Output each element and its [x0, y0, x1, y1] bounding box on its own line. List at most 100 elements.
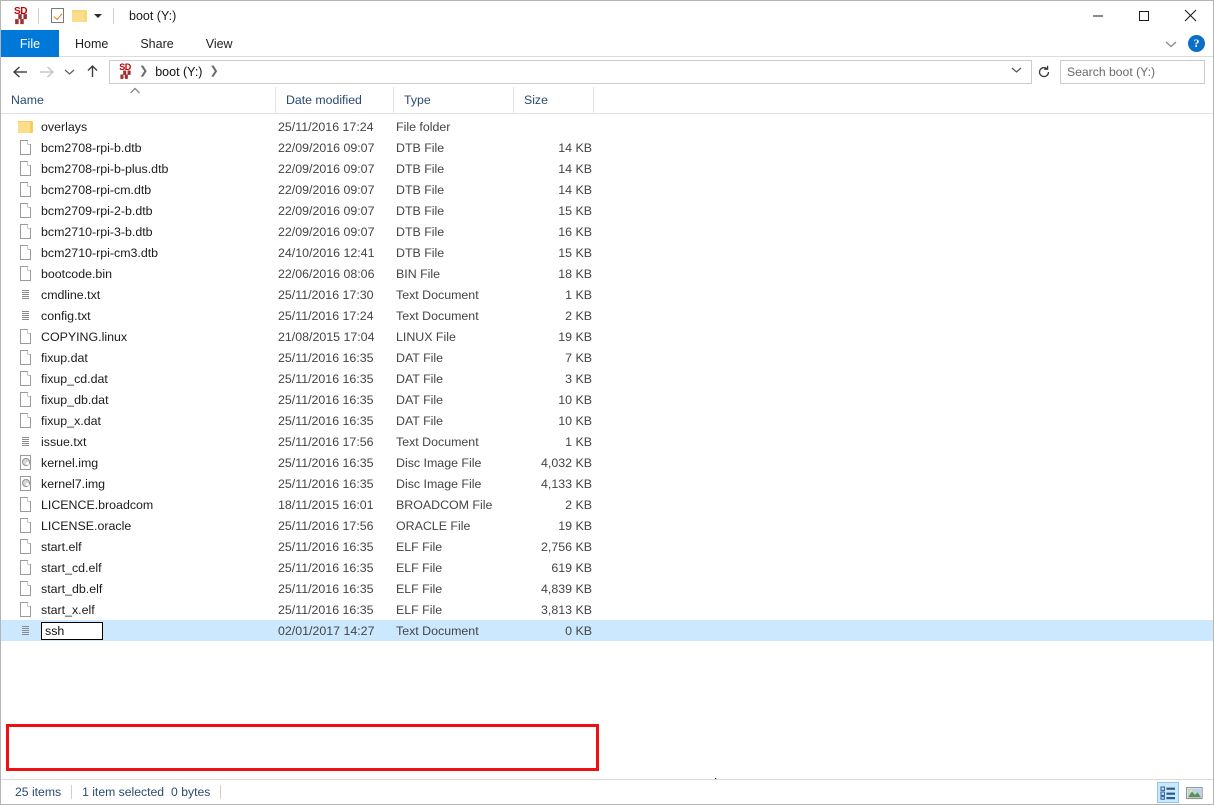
recent-locations-button[interactable] — [59, 59, 79, 85]
sd-card-icon: SD ▞▞ — [10, 6, 31, 25]
table-row[interactable]: bcm2708-rpi-b.dtb22/09/2016 09:07DTB Fil… — [1, 137, 1213, 158]
file-list[interactable]: overlays25/11/2016 17:24File folderbcm27… — [1, 114, 1213, 779]
file-name-label: kernel7.img — [41, 477, 105, 491]
table-row[interactable]: cmdline.txt25/11/2016 17:30Text Document… — [1, 284, 1213, 305]
table-row[interactable]: bcm2708-rpi-b-plus.dtb22/09/2016 09:07DT… — [1, 158, 1213, 179]
column-header-date-modified[interactable]: Date modified — [276, 87, 394, 113]
file-name-cell[interactable]: bcm2708-rpi-b.dtb — [1, 139, 276, 156]
rename-row-name-cell[interactable] — [1, 622, 276, 640]
file-name-cell[interactable]: LICENSE.oracle — [1, 517, 276, 534]
column-header-type[interactable]: Type — [394, 87, 514, 113]
table-row[interactable]: COPYING.linux21/08/2015 17:04LINUX File1… — [1, 326, 1213, 347]
new-folder-button[interactable] — [68, 6, 90, 26]
close-button[interactable] — [1167, 1, 1213, 30]
table-row[interactable]: bcm2710-rpi-3-b.dtb22/09/2016 09:07DTB F… — [1, 221, 1213, 242]
help-button[interactable]: ? — [1188, 35, 1205, 52]
rename-input[interactable] — [41, 622, 103, 640]
file-type-cell: ORACLE File — [396, 519, 516, 533]
breadcrumb[interactable]: SD ▞▞ ❯ boot (Y:) ❯ — [109, 60, 1032, 84]
text-document-icon — [18, 307, 33, 324]
file-name-cell[interactable]: LICENCE.broadcom — [1, 496, 276, 513]
file-name-cell[interactable]: cmdline.txt — [1, 286, 276, 303]
back-button[interactable] — [7, 59, 33, 85]
file-name-label: kernel.img — [41, 456, 98, 470]
annotation-rectangle — [6, 724, 599, 771]
view-mode-buttons — [1157, 782, 1205, 803]
file-name-cell[interactable]: kernel7.img — [1, 475, 276, 492]
file-name-cell[interactable]: start_db.elf — [1, 580, 276, 597]
minimize-button[interactable] — [1075, 1, 1121, 30]
table-row[interactable]: issue.txt25/11/2016 17:56Text Document1 … — [1, 431, 1213, 452]
refresh-button[interactable] — [1032, 60, 1056, 84]
details-view-button[interactable] — [1157, 782, 1179, 803]
search-input[interactable] — [1067, 65, 1214, 79]
customize-quick-access-button[interactable] — [90, 6, 106, 26]
file-name-cell[interactable]: issue.txt — [1, 433, 276, 450]
tab-view[interactable]: View — [190, 30, 249, 57]
table-row[interactable]: fixup_db.dat25/11/2016 16:35DAT File10 K… — [1, 389, 1213, 410]
file-name-cell[interactable]: fixup_x.dat — [1, 412, 276, 429]
file-name-cell[interactable]: bcm2710-rpi-cm3.dtb — [1, 244, 276, 261]
file-name-cell[interactable]: start_x.elf — [1, 601, 276, 618]
column-header-name[interactable]: Name — [1, 87, 276, 113]
properties-button[interactable] — [46, 6, 68, 26]
tab-file[interactable]: File — [1, 30, 59, 57]
table-row[interactable]: start_db.elf25/11/2016 16:35ELF File4,83… — [1, 578, 1213, 599]
file-name-cell[interactable]: fixup.dat — [1, 349, 276, 366]
table-row[interactable]: kernel7.img25/11/2016 16:35Disc Image Fi… — [1, 473, 1213, 494]
file-name-cell[interactable]: bcm2708-rpi-b-plus.dtb — [1, 160, 276, 177]
table-row[interactable]: start_cd.elf25/11/2016 16:35ELF File619 … — [1, 557, 1213, 578]
expand-ribbon-button[interactable] — [1159, 32, 1183, 56]
file-size-cell: 19 KB — [516, 519, 592, 533]
table-row[interactable]: config.txt25/11/2016 17:24Text Document2… — [1, 305, 1213, 326]
breadcrumb-dropdown-icon[interactable] — [1011, 66, 1027, 77]
file-name-cell[interactable]: config.txt — [1, 307, 276, 324]
file-size-cell: 2 KB — [516, 498, 592, 512]
table-row[interactable]: fixup_cd.dat25/11/2016 16:35DAT File3 KB — [1, 368, 1213, 389]
table-row[interactable]: LICENCE.broadcom18/11/2015 16:01BROADCOM… — [1, 494, 1213, 515]
file-name-cell[interactable]: fixup_db.dat — [1, 391, 276, 408]
file-name-cell[interactable]: start.elf — [1, 538, 276, 555]
table-row[interactable]: LICENSE.oracle25/11/2016 17:56ORACLE Fil… — [1, 515, 1213, 536]
generic-file-icon — [18, 160, 33, 177]
table-row-rename[interactable]: 02/01/2017 14:27 Text Document 0 KB — [1, 620, 1213, 641]
table-row[interactable]: overlays25/11/2016 17:24File folder — [1, 116, 1213, 137]
file-name-label: bcm2708-rpi-b.dtb — [41, 141, 142, 155]
file-name-cell[interactable]: bcm2708-rpi-cm.dtb — [1, 181, 276, 198]
table-row[interactable]: fixup.dat25/11/2016 16:35DAT File7 KB — [1, 347, 1213, 368]
table-row[interactable]: fixup_x.dat25/11/2016 16:35DAT File10 KB — [1, 410, 1213, 431]
large-icons-view-button[interactable] — [1183, 782, 1205, 803]
details-view-icon — [1160, 786, 1176, 800]
file-name-cell[interactable]: COPYING.linux — [1, 328, 276, 345]
table-row[interactable]: bcm2708-rpi-cm.dtb22/09/2016 09:07DTB Fi… — [1, 179, 1213, 200]
breadcrumb-separator-1[interactable]: ❯ — [134, 66, 153, 77]
table-row[interactable]: start.elf25/11/2016 16:35ELF File2,756 K… — [1, 536, 1213, 557]
maximize-button[interactable] — [1121, 1, 1167, 30]
tab-home[interactable]: Home — [59, 30, 124, 57]
breadcrumb-separator-2[interactable]: ❯ — [204, 66, 223, 77]
forward-button[interactable] — [33, 59, 59, 85]
file-name-cell[interactable]: bcm2709-rpi-2-b.dtb — [1, 202, 276, 219]
file-name-cell[interactable]: overlays — [1, 118, 276, 135]
search-box[interactable] — [1060, 60, 1205, 84]
file-type-cell: DTB File — [396, 225, 516, 239]
file-name-label: LICENCE.broadcom — [41, 498, 153, 512]
generic-file-icon — [18, 328, 33, 345]
table-row[interactable]: bcm2710-rpi-cm3.dtb24/10/2016 12:41DTB F… — [1, 242, 1213, 263]
table-row[interactable]: bcm2709-rpi-2-b.dtb22/09/2016 09:07DTB F… — [1, 200, 1213, 221]
file-name-cell[interactable]: fixup_cd.dat — [1, 370, 276, 387]
file-name-cell[interactable]: bootcode.bin — [1, 265, 276, 282]
file-name-label: fixup_x.dat — [41, 414, 101, 428]
tab-share[interactable]: Share — [124, 30, 189, 57]
column-header-size[interactable]: Size — [514, 87, 594, 113]
file-name-cell[interactable]: kernel.img — [1, 454, 276, 471]
file-size-cell: 2 KB — [516, 309, 592, 323]
file-type-cell: Text Document — [396, 288, 516, 302]
up-button[interactable] — [79, 59, 105, 85]
table-row[interactable]: start_x.elf25/11/2016 16:35ELF File3,813… — [1, 599, 1213, 620]
table-row[interactable]: kernel.img25/11/2016 16:35Disc Image Fil… — [1, 452, 1213, 473]
file-name-cell[interactable]: bcm2710-rpi-3-b.dtb — [1, 223, 276, 240]
table-row[interactable]: bootcode.bin22/06/2016 08:06BIN File18 K… — [1, 263, 1213, 284]
breadcrumb-item-boot[interactable]: boot (Y:) — [153, 65, 204, 79]
file-name-cell[interactable]: start_cd.elf — [1, 559, 276, 576]
